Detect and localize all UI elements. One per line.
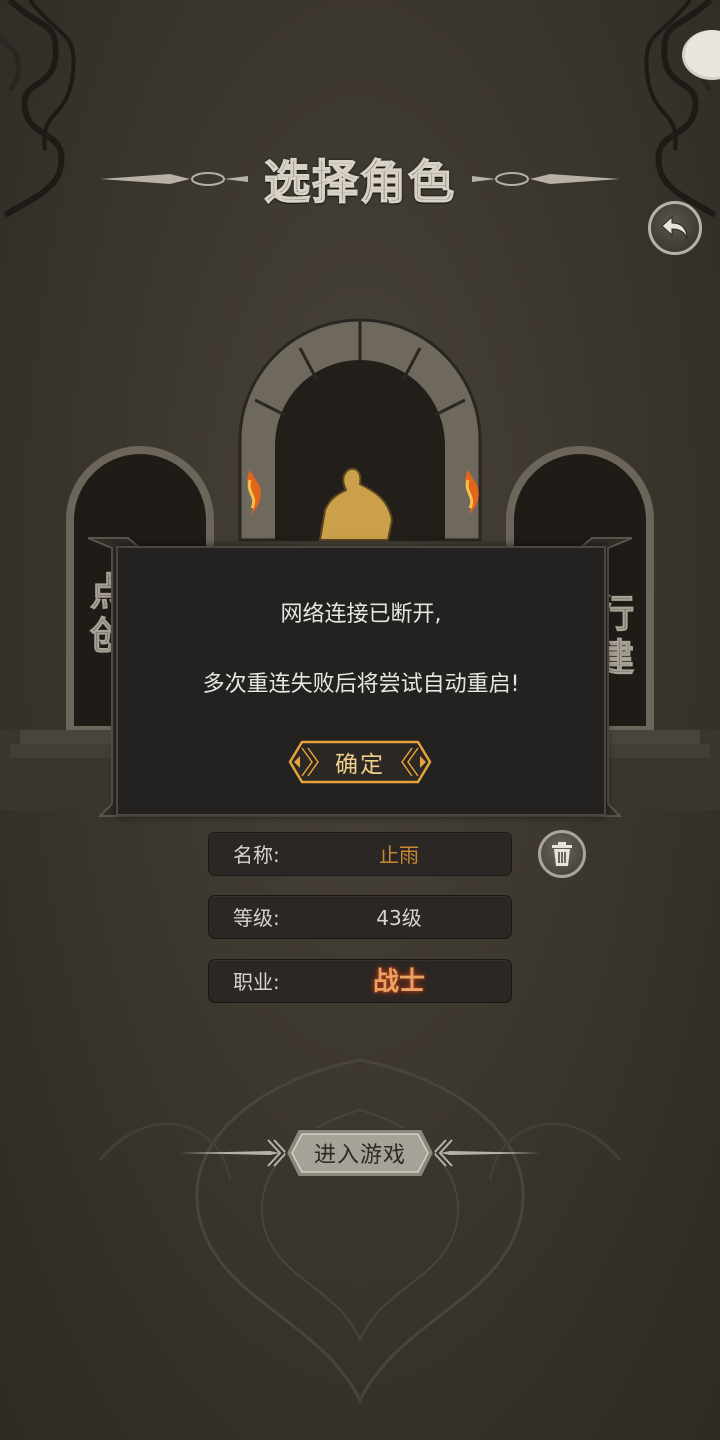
corner-ornament-left xyxy=(0,0,76,218)
game-screen: 选择角色 点 创 行 建 网络连接已断开, 多次重连失败后将尝试自动重启! 确定… xyxy=(0,0,720,1440)
delete-character-button[interactable] xyxy=(538,830,586,878)
dialog-message-line2: 多次重连失败后将尝试自动重启! xyxy=(202,672,520,697)
info-row-class: 职业: 战士 xyxy=(208,959,512,1003)
character-level-value: 43级 xyxy=(376,906,422,930)
title-ornament-left xyxy=(100,172,248,186)
title-banner: 选择角色 xyxy=(100,146,620,212)
info-key-level: 等级: xyxy=(233,906,280,930)
floor-ornament xyxy=(98,1058,622,1404)
back-arrow-icon xyxy=(661,215,688,240)
dialog-message-line1: 网络连接已断开, xyxy=(280,602,442,627)
enter-game-label: 进入游戏 xyxy=(313,1143,406,1168)
page-title: 选择角色 xyxy=(263,154,456,210)
info-key-name: 名称: xyxy=(233,843,280,867)
character-class-value: 战士 xyxy=(372,967,425,997)
confirm-button[interactable]: 确定 xyxy=(288,740,432,784)
back-button[interactable] xyxy=(648,201,702,255)
enter-game-button[interactable]: 进入游戏 xyxy=(180,1126,540,1180)
trash-icon xyxy=(552,842,572,866)
info-row-level: 等级: 43级 xyxy=(208,895,512,939)
info-key-class: 职业: xyxy=(233,970,280,994)
info-row-name: 名称: 止雨 xyxy=(208,832,512,876)
title-ornament-right xyxy=(472,172,620,186)
confirm-button-label: 确定 xyxy=(335,752,385,778)
character-name-value: 止雨 xyxy=(379,843,419,867)
